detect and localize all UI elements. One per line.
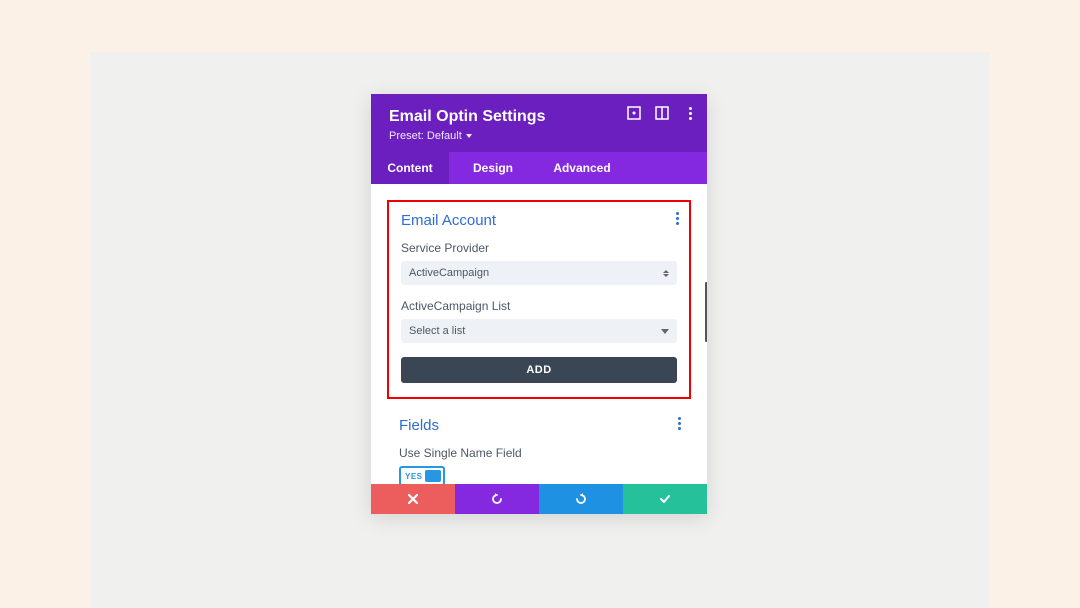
cancel-button[interactable] — [371, 484, 455, 514]
select-list[interactable]: Select a list — [401, 319, 677, 343]
field-service-provider: Service Provider ActiveCampaign — [401, 241, 677, 285]
toggle-single-name[interactable]: YES — [399, 466, 445, 484]
canvas-stage: Email Optin Settings Preset: Default Con… — [90, 52, 990, 608]
sort-icon — [663, 270, 669, 277]
settings-panel: Email Optin Settings Preset: Default Con… — [371, 94, 707, 514]
tabs-bar: Content Design Advanced — [371, 152, 707, 184]
more-menu-icon[interactable] — [683, 106, 697, 120]
add-button[interactable]: ADD — [401, 357, 677, 383]
field-single-name: Use Single Name Field YES — [399, 446, 679, 484]
select-service-provider[interactable]: ActiveCampaign — [401, 261, 677, 285]
scrollbar-thumb[interactable] — [705, 282, 707, 342]
select-list-value: Select a list — [409, 325, 465, 337]
section-title-fields: Fields — [399, 417, 679, 434]
section-email-account: Email Account Service Provider ActiveCam… — [387, 200, 691, 399]
section-menu-icon[interactable] — [676, 212, 679, 225]
tab-advanced[interactable]: Advanced — [537, 152, 627, 184]
expand-icon[interactable] — [627, 106, 641, 120]
undo-button[interactable] — [455, 484, 539, 514]
save-button[interactable] — [623, 484, 707, 514]
chevron-down-icon — [661, 329, 669, 334]
split-view-icon[interactable] — [655, 106, 669, 120]
preset-label: Preset: Default — [389, 130, 462, 142]
field-list: ActiveCampaign List Select a list — [401, 299, 677, 343]
toggle-knob — [425, 470, 441, 482]
panel-header: Email Optin Settings Preset: Default — [371, 94, 707, 152]
panel-footer — [371, 484, 707, 514]
caret-down-icon — [466, 134, 472, 138]
redo-button[interactable] — [539, 484, 623, 514]
toggle-label: YES — [401, 472, 423, 481]
tab-design[interactable]: Design — [449, 152, 537, 184]
section-fields: Fields Use Single Name Field YES — [387, 407, 691, 484]
select-service-provider-value: ActiveCampaign — [409, 267, 489, 279]
section-fields-menu-icon[interactable] — [678, 417, 681, 430]
preset-selector[interactable]: Preset: Default — [389, 130, 689, 142]
tab-content[interactable]: Content — [371, 152, 449, 184]
label-list: ActiveCampaign List — [401, 299, 677, 313]
header-actions — [627, 106, 697, 120]
section-title-email-account: Email Account — [401, 212, 677, 229]
panel-content[interactable]: Email Account Service Provider ActiveCam… — [371, 184, 707, 484]
label-service-provider: Service Provider — [401, 241, 677, 255]
label-single-name: Use Single Name Field — [399, 446, 679, 460]
